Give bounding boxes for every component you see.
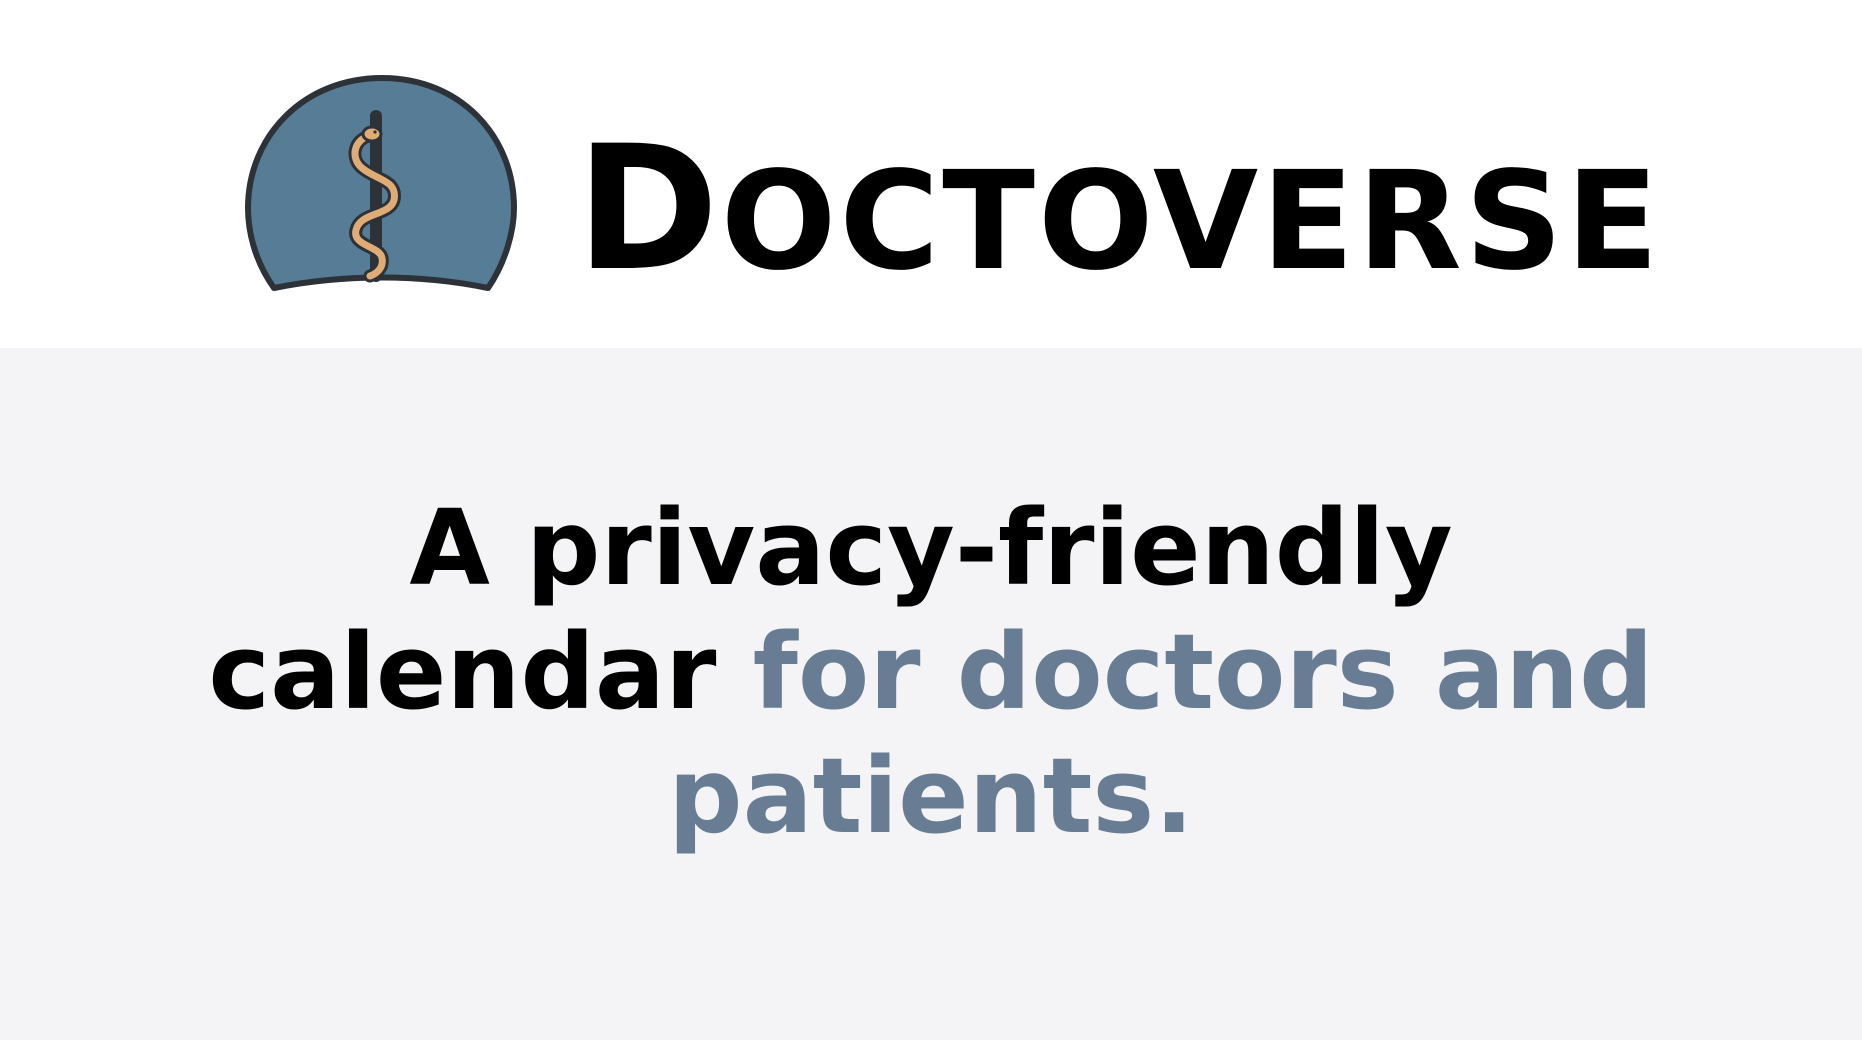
rod-of-asclepius-icon [245, 75, 517, 291]
brand-name: D OCTOVERSE [576, 123, 1662, 295]
site-header: D OCTOVERSE [0, 0, 1862, 348]
hero-tagline: A privacy-friendly calendar for doctors … [181, 486, 1681, 858]
brand-first-letter: D [576, 108, 721, 310]
hero-section: A privacy-friendly calendar for doctors … [0, 348, 1862, 1040]
tagline-accent: for doctors and patients. [668, 611, 1654, 857]
brand-rest: OCTOVERSE [720, 143, 1662, 302]
